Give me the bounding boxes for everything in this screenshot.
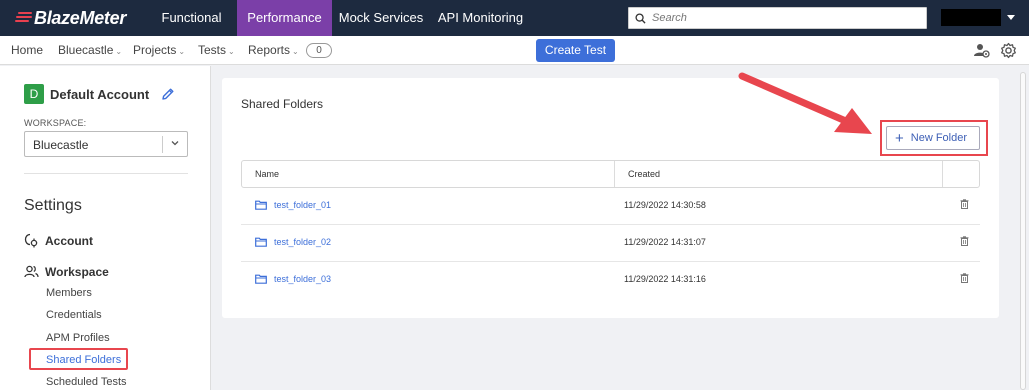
annotation-arrow bbox=[738, 72, 872, 134]
sidebar-divider bbox=[24, 173, 188, 174]
new-folder-button[interactable]: + New Folder bbox=[886, 126, 980, 150]
table-row[interactable]: test_folder_03 11/29/2022 14:31:16 bbox=[241, 262, 980, 299]
shared-folders-card: Shared Folders + New Folder Name Created… bbox=[222, 78, 999, 318]
folder-icon bbox=[255, 200, 267, 210]
chevron-down-icon: ⌄ bbox=[292, 47, 299, 56]
table-row[interactable]: test_folder_02 11/29/2022 14:31:07 bbox=[241, 225, 980, 262]
top-navigation-bar: BlazeMeter Functional Performance Mock S… bbox=[0, 0, 1029, 36]
sidebar-section-account-label: Account bbox=[45, 233, 93, 248]
subnav-reports[interactable]: Reports ⌄ bbox=[248, 36, 299, 64]
workspace-label: WORKSPACE: bbox=[24, 118, 87, 128]
new-folder-label: New Folder bbox=[910, 132, 968, 144]
folder-created-date: 11/29/2022 14:31:16 bbox=[624, 274, 706, 284]
table-header: Name Created bbox=[241, 160, 980, 188]
caret-down-icon[interactable] bbox=[1007, 15, 1015, 20]
account-settings-icon bbox=[24, 233, 38, 248]
subnav-home[interactable]: Home bbox=[11, 36, 43, 64]
secondary-navigation-bar: Home Bluecastle ⌄ Projects ⌄ Tests ⌄ Report… bbox=[0, 36, 1029, 65]
tab-functional[interactable]: Functional bbox=[152, 0, 231, 36]
sidebar-item-members[interactable]: Members bbox=[46, 287, 92, 299]
search-placeholder: Search bbox=[652, 12, 687, 24]
chevron-down-icon bbox=[171, 141, 179, 146]
account-name: Default Account bbox=[50, 87, 150, 102]
highlight-box bbox=[29, 348, 128, 370]
settings-heading: Settings bbox=[24, 197, 82, 214]
tab-api-monitoring[interactable]: API Monitoring bbox=[436, 0, 525, 36]
folder-name-link[interactable]: test_folder_02 bbox=[274, 237, 331, 247]
search-icon bbox=[635, 12, 646, 24]
trash-icon[interactable] bbox=[960, 273, 969, 283]
reports-count-badge: 0 bbox=[306, 43, 332, 58]
folders-table: Name Created test_folder_01 11/29/2022 1… bbox=[241, 160, 980, 299]
account-avatar: D bbox=[24, 84, 44, 104]
chevron-down-icon: ⌄ bbox=[115, 47, 123, 56]
plus-icon: + bbox=[895, 129, 904, 147]
column-divider bbox=[614, 161, 615, 187]
column-header-created[interactable]: Created bbox=[628, 169, 660, 179]
column-header-name[interactable]: Name bbox=[255, 169, 279, 179]
sidebar-section-account[interactable]: Account bbox=[24, 233, 93, 248]
user-menu[interactable] bbox=[941, 9, 1001, 26]
user-settings-icon[interactable] bbox=[973, 42, 990, 59]
sidebar-section-workspace[interactable]: Workspace bbox=[24, 264, 109, 279]
subnav-tests[interactable]: Tests ⌄ bbox=[198, 36, 235, 64]
subnav-workspace[interactable]: Bluecastle ⌄ bbox=[58, 36, 122, 64]
sidebar-section-workspace-label: Workspace bbox=[45, 264, 109, 279]
trash-icon[interactable] bbox=[960, 236, 969, 246]
select-separator bbox=[162, 136, 163, 153]
folder-name-link[interactable]: test_folder_01 bbox=[274, 200, 331, 210]
pencil-icon[interactable] bbox=[161, 87, 175, 101]
folder-created-date: 11/29/2022 14:30:58 bbox=[624, 200, 706, 210]
page-title: Shared Folders bbox=[241, 97, 324, 111]
sidebar-item-scheduled-tests[interactable]: Scheduled Tests bbox=[46, 376, 127, 388]
table-row[interactable]: test_folder_01 11/29/2022 14:30:58 bbox=[241, 188, 980, 225]
tab-performance[interactable]: Performance bbox=[237, 0, 332, 36]
chevron-down-icon: ⌄ bbox=[228, 47, 235, 56]
create-test-button[interactable]: Create Test bbox=[536, 39, 615, 62]
sidebar-item-credentials[interactable]: Credentials bbox=[46, 309, 102, 321]
sidebar-item-apm-profiles[interactable]: APM Profiles bbox=[46, 332, 110, 344]
scrollbar-thumb[interactable] bbox=[1020, 72, 1026, 390]
folder-name-link[interactable]: test_folder_03 bbox=[274, 274, 331, 284]
logo-stripes bbox=[14, 11, 32, 25]
blazemeter-logo[interactable]: BlazeMeter bbox=[14, 8, 126, 28]
workspace-select-value: Bluecastle bbox=[33, 138, 89, 152]
column-divider bbox=[942, 161, 943, 187]
search-input[interactable]: Search bbox=[628, 7, 927, 29]
folder-created-date: 11/29/2022 14:31:07 bbox=[624, 237, 706, 247]
trash-icon[interactable] bbox=[960, 199, 969, 209]
workspace-select[interactable]: Bluecastle bbox=[24, 131, 188, 157]
subnav-projects[interactable]: Projects ⌄ bbox=[133, 36, 185, 64]
chevron-down-icon: ⌄ bbox=[178, 47, 186, 56]
folder-icon bbox=[255, 237, 267, 247]
folder-icon bbox=[255, 274, 267, 284]
brand-name: BlazeMeter bbox=[34, 7, 127, 28]
gear-icon[interactable] bbox=[1000, 42, 1017, 59]
settings-sidebar: D Default Account WORKSPACE: Bluecastle … bbox=[0, 66, 211, 390]
tab-mock-services[interactable]: Mock Services bbox=[338, 0, 424, 36]
users-icon bbox=[24, 265, 39, 278]
